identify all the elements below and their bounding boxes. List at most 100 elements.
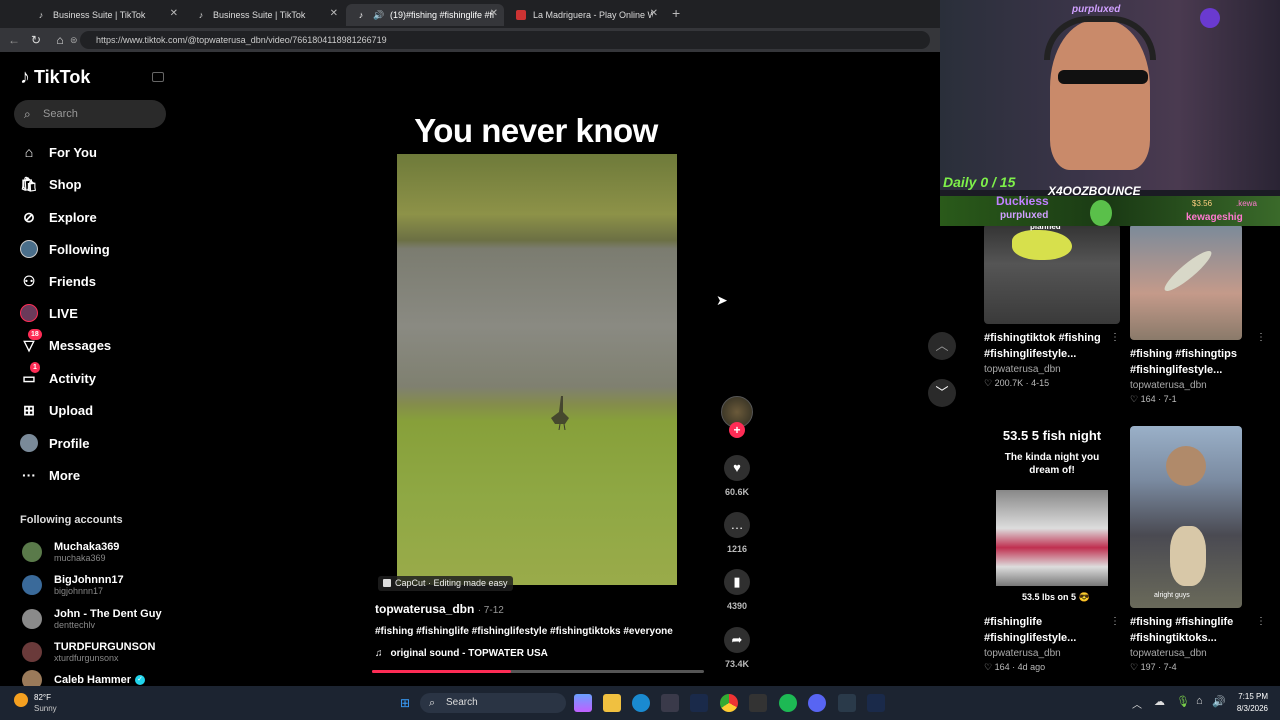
close-icon[interactable]: ✕: [330, 8, 338, 19]
file-explorer-icon[interactable]: [603, 694, 621, 712]
following-account[interactable]: TURDFURGUNSON xturdfurgunsonx: [22, 638, 155, 666]
follow-plus-icon[interactable]: +: [729, 422, 745, 438]
video-author[interactable]: topwaterusa_dbn · 7-12: [375, 602, 504, 616]
grid-video-caption[interactable]: #fishing #fishingtips #fishinglifestyle.…: [1130, 346, 1266, 378]
sidebar-item-following[interactable]: Following: [20, 236, 110, 262]
grid-video-caption[interactable]: #fishingtiktok #fishing #fishinglifestyl…: [984, 330, 1120, 362]
home-icon[interactable]: ⌂: [52, 32, 68, 48]
close-icon[interactable]: ✕: [650, 8, 658, 19]
sidebar-item-shop[interactable]: 🛍 Shop: [20, 171, 81, 197]
obs-icon[interactable]: [749, 694, 767, 712]
sidebar-item-for-you[interactable]: ⌂ For You: [20, 139, 97, 165]
grid-video-author[interactable]: topwaterusa_dbn: [984, 648, 1120, 659]
xbox-icon[interactable]: [838, 694, 856, 712]
sidebar-item-messages[interactable]: ▽ 18 Messages: [20, 329, 111, 358]
discord-icon[interactable]: [808, 694, 826, 712]
url-input[interactable]: ⊜ https://www.tiktok.com/@topwaterusa_db…: [70, 31, 930, 49]
browser-tab[interactable]: ♪ Business Suite | TikTok ✕: [26, 4, 184, 26]
following-account[interactable]: Muchaka369 muchaka369: [22, 538, 119, 566]
tiktok-icon: ♪: [38, 10, 44, 20]
tiktok-logo[interactable]: ♪ TikTok: [20, 66, 90, 89]
start-icon[interactable]: ⊞: [396, 694, 414, 712]
save-count: 4390: [726, 601, 748, 611]
grid-video-caption[interactable]: #fishing #fishinglife #fishingtiktoks...: [1130, 614, 1266, 646]
video-thumbnail[interactable]: alright guys: [1130, 426, 1242, 608]
browser-tab-active[interactable]: ♪ 🔊 (19)#fishing #fishinglife #fishi ✕: [346, 4, 504, 26]
reload-icon[interactable]: ↻: [28, 32, 44, 48]
back-icon[interactable]: ←: [6, 32, 22, 48]
grid-video-author[interactable]: topwaterusa_dbn: [984, 364, 1120, 375]
collapse-sidebar-icon[interactable]: [152, 72, 164, 82]
kebab-menu-icon[interactable]: ⋮: [1256, 332, 1266, 343]
store-icon[interactable]: [661, 694, 679, 712]
sidebar-item-label: For You: [49, 144, 97, 160]
grid-video-card[interactable]: planned #fishingtiktok #fishing #fishing…: [984, 224, 1120, 389]
grid-video-card[interactable]: #fishing #fishingtips #fishinglifestyle.…: [1130, 224, 1266, 405]
grid-video-author[interactable]: topwaterusa_dbn: [1130, 648, 1266, 659]
messages-badge: 18: [28, 329, 42, 340]
sidebar-item-profile[interactable]: Profile: [20, 430, 89, 456]
tray-mic-icon[interactable]: 🎙: [1176, 695, 1190, 708]
activity-icon: ▭ 1: [20, 362, 40, 387]
tray-chevron-icon[interactable]: ︿: [1132, 696, 1142, 711]
weather-sun-icon[interactable]: [14, 693, 28, 707]
network-icon[interactable]: ⌂: [1196, 695, 1203, 707]
kebab-menu-icon[interactable]: ⋮: [1110, 332, 1120, 343]
comment-button[interactable]: … 1216: [722, 512, 752, 554]
share-button[interactable]: ➦ 73.4K: [722, 627, 752, 669]
share-count: 73.4K: [724, 659, 750, 669]
close-icon[interactable]: ✕: [170, 8, 178, 19]
new-tab-icon[interactable]: +: [672, 5, 680, 21]
sidebar-item-upload[interactable]: ⊞ Upload: [20, 397, 93, 423]
grid-video-card[interactable]: 53.5 5 fish night The kinda night you dr…: [984, 426, 1120, 673]
video-thumbnail[interactable]: 53.5 5 fish night The kinda night you dr…: [984, 426, 1120, 608]
sidebar-item-friends[interactable]: ⚇ Friends: [20, 268, 96, 294]
chrome-icon[interactable]: [720, 694, 738, 712]
sidebar-item-more[interactable]: ··· More: [20, 462, 80, 488]
clock-date[interactable]: 8/3/2026: [1232, 704, 1268, 713]
like-button[interactable]: ♥ 60.6K: [722, 455, 752, 497]
account-handle: xturdfurgunsonx: [54, 653, 119, 663]
capcut-icon: [383, 579, 391, 587]
edge-icon[interactable]: [632, 694, 650, 712]
kebab-menu-icon[interactable]: ⋮: [1256, 616, 1266, 627]
following-account[interactable]: John - The Dent Guy denttechlv: [22, 605, 162, 633]
grid-video-card[interactable]: alright guys #fishing #fishinglife #fish…: [1130, 426, 1266, 673]
capcut-badge[interactable]: CapCut · Editing made easy: [378, 576, 513, 591]
video-sound[interactable]: ♫ original sound - TOPWATER USA: [375, 648, 548, 659]
tray-cloud-icon[interactable]: ☁: [1154, 695, 1165, 708]
sidebar-item-activity[interactable]: ▭ 1 Activity: [20, 362, 96, 391]
grid-video-author[interactable]: topwaterusa_dbn: [1130, 380, 1266, 391]
next-video-button[interactable]: ﹀: [928, 379, 956, 407]
copilot-icon[interactable]: [574, 694, 592, 712]
clock-time[interactable]: 7:15 PM: [1236, 692, 1268, 701]
avatar: [22, 609, 42, 629]
weather-temp[interactable]: 82°F: [34, 693, 51, 702]
close-icon[interactable]: ✕: [490, 8, 498, 19]
previous-video-button[interactable]: ︿: [928, 332, 956, 360]
sidebar-item-live[interactable]: LIVE: [20, 300, 78, 326]
speaker-icon[interactable]: 🔊: [373, 10, 384, 20]
video-hashtags[interactable]: #fishing #fishinglife #fishinglifestyle …: [375, 626, 673, 637]
video-player[interactable]: [397, 154, 677, 585]
kebab-menu-icon[interactable]: ⋮: [1110, 616, 1120, 627]
weather-desc[interactable]: Sunny: [34, 704, 57, 713]
video-thumbnail[interactable]: [1130, 224, 1242, 340]
grid-video-caption[interactable]: #fishinglife #fishinglifestyle...: [984, 614, 1120, 646]
taskbar-search[interactable]: ⌕ Search: [420, 693, 566, 713]
sidebar-item-explore[interactable]: ⊘ Explore: [20, 204, 97, 230]
steam-icon[interactable]: [690, 694, 708, 712]
site-info-icon[interactable]: ⊜: [70, 31, 78, 49]
browser-tab[interactable]: ♪ Business Suite | TikTok ✕: [186, 4, 344, 26]
save-button[interactable]: ▮ 4390: [722, 569, 752, 611]
volume-icon[interactable]: 🔊: [1212, 695, 1226, 708]
music-note-icon: ♫: [375, 648, 383, 659]
spotify-icon[interactable]: [779, 694, 797, 712]
video-progress-bar[interactable]: [372, 670, 704, 673]
post-date: · 7-12: [477, 605, 504, 616]
browser-tab[interactable]: La Madriguera - Play Online With ✕: [506, 4, 664, 26]
following-account[interactable]: BigJohnnn17 bigjohnnn17: [22, 571, 124, 599]
video-thumbnail[interactable]: planned: [984, 224, 1120, 324]
steam-window-icon[interactable]: [867, 694, 885, 712]
search-input[interactable]: ⌕ Search: [14, 100, 166, 128]
